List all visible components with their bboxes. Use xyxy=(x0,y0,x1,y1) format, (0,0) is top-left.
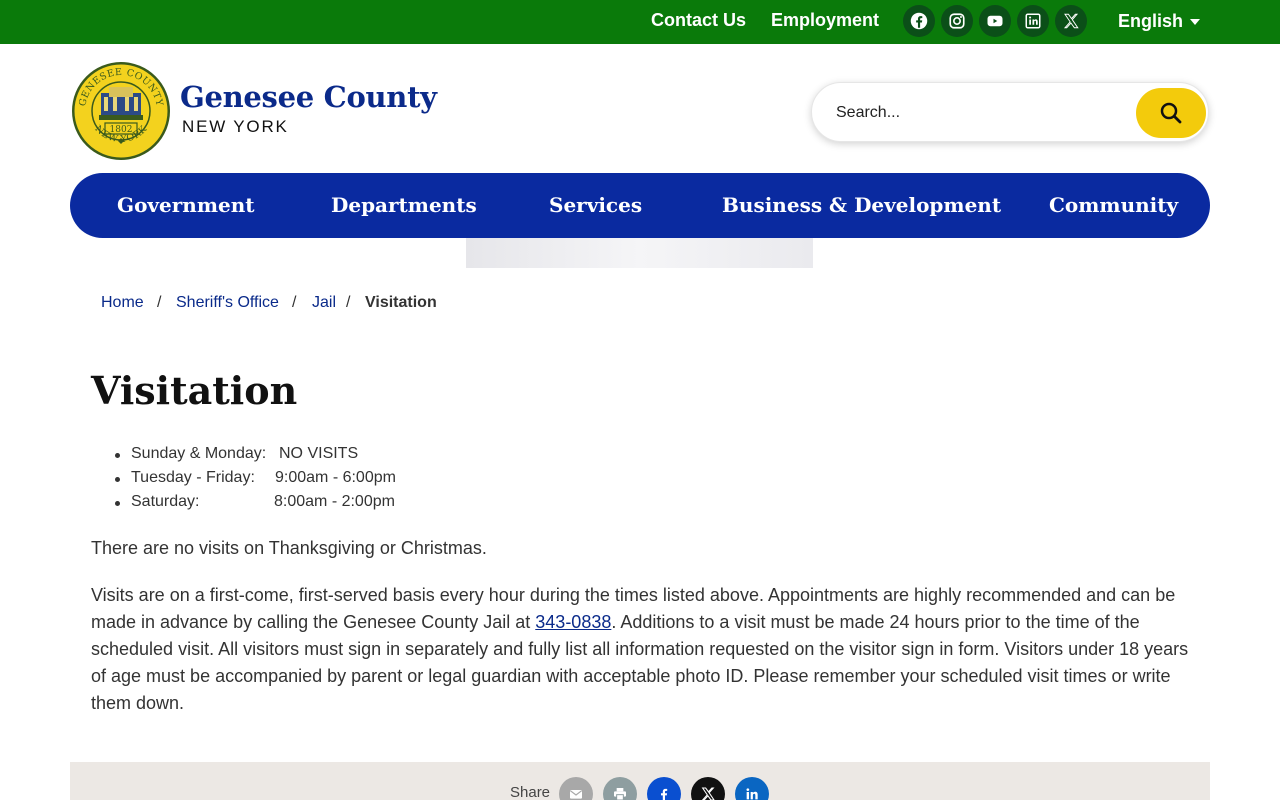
x-link[interactable] xyxy=(1055,5,1087,37)
youtube-icon xyxy=(987,15,1003,27)
breadcrumb-separator: / xyxy=(157,294,162,311)
main-nav: Government Departments Services Business… xyxy=(70,173,1210,238)
share-linkedin-button[interactable] xyxy=(735,777,769,800)
holiday-note: There are no visits on Thanksgiving or C… xyxy=(91,538,487,558)
county-seal-logo[interactable]: GENESEE COUNTY NEW YORK 1802 xyxy=(71,61,171,161)
breadcrumb-separator: / xyxy=(292,294,297,311)
site-subtitle: NEW YORK xyxy=(182,117,289,136)
breadcrumb-separator: / xyxy=(346,294,351,311)
language-selector[interactable]: English xyxy=(1118,11,1183,32)
breadcrumb-home[interactable]: Home xyxy=(101,294,144,312)
bullet xyxy=(115,477,120,482)
dropdown-shadow xyxy=(466,238,813,268)
instagram-icon xyxy=(949,13,965,29)
search-icon xyxy=(1160,102,1182,124)
youtube-link[interactable] xyxy=(979,5,1011,37)
bullet xyxy=(115,453,120,458)
breadcrumb-jail[interactable]: Jail xyxy=(312,294,336,312)
nav-community[interactable]: Community xyxy=(1049,193,1178,217)
hours-day: Saturday: xyxy=(131,493,200,510)
share-facebook-button[interactable] xyxy=(647,777,681,800)
print-icon xyxy=(614,788,626,800)
breadcrumb-current: Visitation xyxy=(365,294,437,311)
linkedin-icon xyxy=(746,788,758,800)
bullet xyxy=(115,501,120,506)
hours-time: NO VISITS xyxy=(279,445,359,462)
email-icon xyxy=(569,790,583,799)
nav-business-development[interactable]: Business & Development xyxy=(722,193,1001,217)
search-input[interactable] xyxy=(836,97,1126,129)
search-box xyxy=(811,82,1209,142)
facebook-link[interactable] xyxy=(903,5,935,37)
share-x-button[interactable] xyxy=(691,777,725,800)
x-icon xyxy=(1063,13,1079,29)
svg-text:1802: 1802 xyxy=(110,125,133,135)
nav-services[interactable]: Services xyxy=(549,193,642,217)
share-print-button[interactable] xyxy=(603,777,637,800)
instagram-link[interactable] xyxy=(941,5,973,37)
hours-time: 9:00am - 6:00pm xyxy=(275,469,396,486)
share-email-button[interactable] xyxy=(559,777,593,800)
hours-day: Sunday & Monday: xyxy=(131,445,267,462)
linkedin-icon xyxy=(1025,13,1041,29)
share-bar: Share xyxy=(70,762,1210,800)
hours-day: Tuesday - Friday: xyxy=(131,469,255,486)
linkedin-link[interactable] xyxy=(1017,5,1049,37)
facebook-icon xyxy=(910,12,928,30)
contact-us-link[interactable]: Contact Us xyxy=(651,10,746,31)
nav-departments[interactable]: Departments xyxy=(331,193,477,217)
page-title: Visitation xyxy=(91,368,298,413)
search-button[interactable] xyxy=(1136,88,1206,138)
facebook-icon xyxy=(661,788,668,800)
nav-government[interactable]: Government xyxy=(117,193,255,217)
chevron-down-icon[interactable] xyxy=(1190,19,1200,25)
share-label: Share xyxy=(510,784,551,800)
x-icon xyxy=(701,787,715,800)
phone-link[interactable]: 343-0838 xyxy=(535,612,611,632)
site-title[interactable]: Genesee County xyxy=(180,80,437,114)
hours-time: 8:00am - 2:00pm xyxy=(274,493,395,510)
breadcrumb-sheriffs-office[interactable]: Sheriff's Office xyxy=(176,294,279,312)
employment-link[interactable]: Employment xyxy=(771,10,879,31)
visit-policy: Visits are on a first-come, first-served… xyxy=(91,582,1191,717)
utility-bar: Contact Us Employment English xyxy=(0,0,1280,44)
